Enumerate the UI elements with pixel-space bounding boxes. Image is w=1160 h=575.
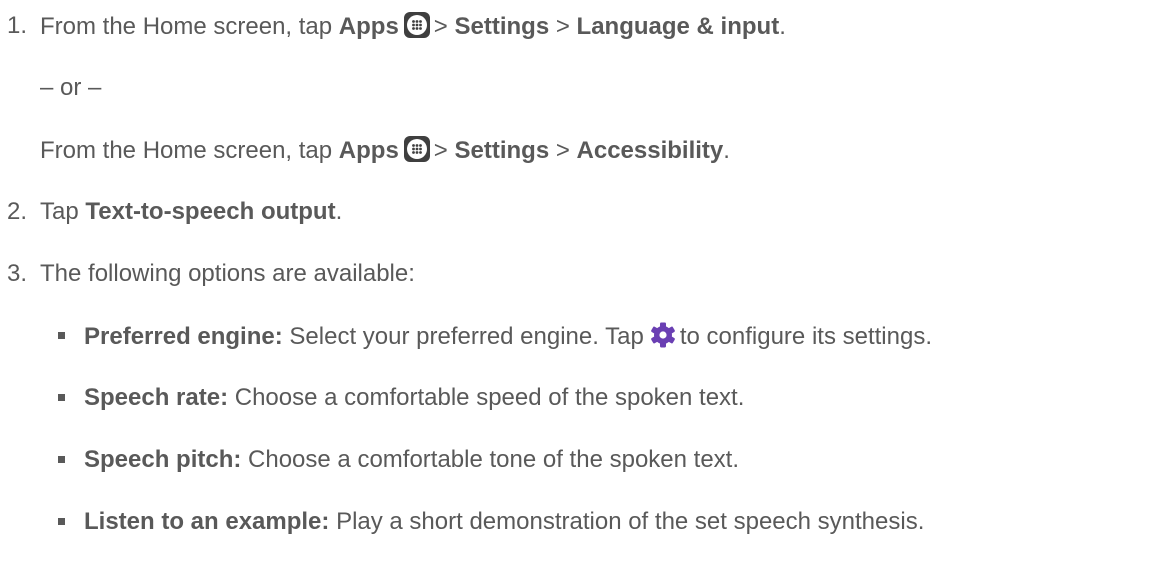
option-desc: Choose a comfortable speed of the spoken… — [234, 384, 745, 411]
bullet-square — [58, 518, 65, 525]
bullet-square — [58, 394, 65, 401]
step-text: From the Home screen, tap — [40, 13, 333, 40]
option-term: Speech rate: — [84, 384, 229, 411]
option-desc: Play a short demonstration of the set sp… — [336, 508, 925, 535]
target-label: Accessibility — [576, 137, 724, 164]
option-term: Speech pitch: — [84, 446, 242, 473]
settings-label: Settings — [454, 137, 550, 164]
bullet-square — [58, 332, 65, 339]
separator: > — [555, 13, 570, 40]
bullet-square — [58, 456, 65, 463]
target-label: Language & input — [576, 13, 780, 40]
separator: > — [433, 137, 448, 164]
step-text: From the Home screen, tap — [40, 137, 333, 164]
separator: > — [433, 13, 448, 40]
settings-label: Settings — [454, 13, 550, 40]
step-text: Tap — [40, 198, 79, 225]
step-number: 1. — [7, 12, 28, 39]
gear-icon — [650, 322, 675, 348]
apps-label: Apps — [338, 137, 399, 164]
apps-grid-icon — [403, 136, 430, 162]
period: . — [723, 137, 730, 164]
option-desc: Choose a comfortable tone of the spoken … — [248, 446, 739, 473]
step-text: The following options are available: — [40, 260, 415, 287]
period: . — [335, 198, 343, 225]
option-term: Preferred engine: — [84, 323, 283, 350]
separator: > — [555, 137, 570, 164]
option-desc: to configure its settings. — [679, 323, 932, 350]
target-label: Text-to-speech output — [85, 198, 336, 225]
period: . — [779, 13, 786, 40]
apps-grid-icon — [403, 12, 430, 38]
step-number: 2. — [7, 198, 28, 225]
apps-label: Apps — [338, 13, 399, 40]
option-desc: Select your preferred engine. Tap — [289, 323, 644, 350]
step-number: 3. — [7, 260, 28, 287]
or-text: – or – — [40, 74, 102, 101]
option-term: Listen to an example: — [84, 508, 330, 535]
